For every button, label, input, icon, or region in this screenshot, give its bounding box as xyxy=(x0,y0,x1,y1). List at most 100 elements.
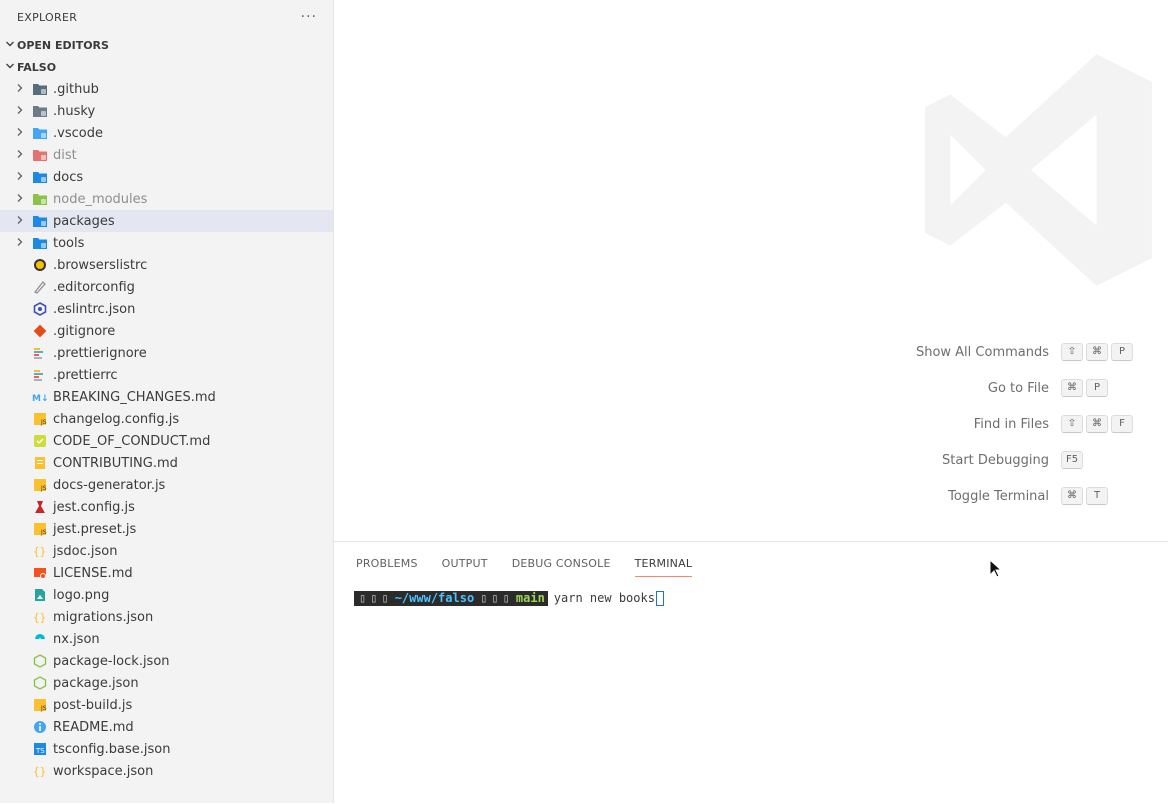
eslint-icon xyxy=(32,301,48,317)
folder-label: tools xyxy=(53,235,85,251)
file-label: logo.png xyxy=(53,587,110,603)
file-label: CONTRIBUTING.md xyxy=(53,455,178,471)
project-section[interactable]: FALSO xyxy=(0,56,333,78)
chevron-right-icon xyxy=(13,236,27,250)
nodejs-icon xyxy=(32,653,48,669)
file-label: .prettierrc xyxy=(53,367,118,383)
panel-tabs: PROBLEMS OUTPUT DEBUG CONSOLE TERMINAL xyxy=(334,542,1168,577)
keyboard-key: ⌘ xyxy=(1086,343,1108,361)
explorer-header: EXPLORER ··· xyxy=(0,0,333,34)
file-row[interactable]: .browserslistrc xyxy=(0,254,333,276)
folder-row[interactable]: dist xyxy=(0,144,333,166)
folder-row[interactable]: .github xyxy=(0,78,333,100)
folder-label: .github xyxy=(53,81,99,97)
javascript-icon: JS xyxy=(32,411,48,427)
editor-area: Show All Commands ⇧ ⌘ P Go to File ⌘ P Find in … xyxy=(334,0,1168,541)
folder-dist-icon xyxy=(32,147,48,163)
shortcut-keys: ⌘ P xyxy=(1061,379,1144,397)
keyboard-key: ⌘ xyxy=(1086,415,1108,433)
folder-vscode-icon xyxy=(32,125,48,141)
file-row[interactable]: .prettierignore xyxy=(0,342,333,364)
file-label: jsdoc.json xyxy=(53,543,118,559)
folder-row[interactable]: tools xyxy=(0,232,333,254)
chevron-right-icon xyxy=(13,104,27,118)
file-row[interactable]: JS jest.preset.js xyxy=(0,518,333,540)
chevron-right-icon xyxy=(13,148,27,162)
chevron-right-icon xyxy=(13,214,27,228)
shortcut-keys: ⌘ T xyxy=(1061,487,1144,505)
file-row[interactable]: .prettierrc xyxy=(0,364,333,386)
file-row[interactable]: logo.png xyxy=(0,584,333,606)
folder-label: .vscode xyxy=(53,125,103,141)
file-row[interactable]: CODE_OF_CONDUCT.md xyxy=(0,430,333,452)
file-row[interactable]: TS tsconfig.base.json xyxy=(0,738,333,760)
folder-docs-icon xyxy=(32,169,48,185)
browserslist-icon xyxy=(32,257,48,273)
file-row[interactable]: JS docs-generator.js xyxy=(0,474,333,496)
folder-row[interactable]: .vscode xyxy=(0,122,333,144)
file-row[interactable]: package-lock.json xyxy=(0,650,333,672)
tab-output[interactable]: OUTPUT xyxy=(442,550,488,577)
keyboard-key: F5 xyxy=(1061,451,1084,469)
file-row[interactable]: {} migrations.json xyxy=(0,606,333,628)
chevron-down-icon xyxy=(3,39,17,52)
conduct-icon xyxy=(32,433,48,449)
javascript-icon: JS xyxy=(32,521,48,537)
file-label: changelog.config.js xyxy=(53,411,180,427)
folder-node-icon xyxy=(32,191,48,207)
open-editors-section[interactable]: OPEN EDITORS xyxy=(0,34,333,56)
shortcut-keys: F5 xyxy=(1061,451,1144,469)
file-label: CODE_OF_CONDUCT.md xyxy=(53,433,211,449)
file-row[interactable]: LICENSE.md xyxy=(0,562,333,584)
command-name: Show All Commands xyxy=(915,344,1049,360)
file-row[interactable]: {} workspace.json xyxy=(0,760,333,782)
json-icon: {} xyxy=(32,609,48,625)
file-row[interactable]: jest.config.js xyxy=(0,496,333,518)
file-label: README.md xyxy=(53,719,134,735)
tab-terminal[interactable]: TERMINAL xyxy=(634,550,693,577)
file-row[interactable]: .editorconfig xyxy=(0,276,333,298)
more-actions-icon[interactable]: ··· xyxy=(301,9,317,25)
folder-row[interactable]: docs xyxy=(0,166,333,188)
explorer-title: EXPLORER xyxy=(17,10,78,24)
bottom-panel: PROBLEMS OUTPUT DEBUG CONSOLE TERMINAL ▯ ▯ … xyxy=(334,541,1168,804)
file-row[interactable]: JS post-build.js xyxy=(0,694,333,716)
folder-row[interactable]: node_modules xyxy=(0,188,333,210)
chevron-right-icon xyxy=(13,126,27,140)
keyboard-key: ⌘ xyxy=(1061,379,1083,397)
file-row[interactable]: README.md xyxy=(0,716,333,738)
file-label: package-lock.json xyxy=(53,653,170,669)
javascript-icon: JS xyxy=(32,697,48,713)
git-icon xyxy=(32,323,48,339)
file-row[interactable]: {} jsdoc.json xyxy=(0,540,333,562)
file-row[interactable]: .gitignore xyxy=(0,320,333,342)
tab-debug-console[interactable]: DEBUG CONSOLE xyxy=(512,550,611,577)
svg-text:{}: {} xyxy=(33,765,46,778)
editorconfig-icon xyxy=(32,279,48,295)
chevron-down-icon xyxy=(3,61,17,74)
svg-text:JS: JS xyxy=(40,705,47,712)
file-row[interactable]: .eslintrc.json xyxy=(0,298,333,320)
file-row[interactable]: package.json xyxy=(0,672,333,694)
tab-problems[interactable]: PROBLEMS xyxy=(356,550,418,577)
command-hint: Go to File ⌘ P xyxy=(889,378,1144,398)
terminal-prompt: ▯ ▯ ▯ ~/www/falso ▯ ▯ ▯ main xyxy=(354,590,548,606)
file-row[interactable]: CONTRIBUTING.md xyxy=(0,452,333,474)
nx-icon xyxy=(32,631,48,647)
file-label: workspace.json xyxy=(53,763,154,779)
file-label: nx.json xyxy=(53,631,100,647)
svg-text:{}: {} xyxy=(33,611,46,624)
folder-label: node_modules xyxy=(53,191,148,207)
command-name: Go to File xyxy=(987,380,1049,396)
file-row[interactable]: JS changelog.config.js xyxy=(0,408,333,430)
contributing-icon xyxy=(32,455,48,471)
markdown-icon: M↓ xyxy=(32,389,48,405)
folder-row[interactable]: .husky xyxy=(0,100,333,122)
file-label: .prettierignore xyxy=(53,345,147,361)
file-row[interactable]: nx.json xyxy=(0,628,333,650)
svg-text:{}: {} xyxy=(33,545,46,558)
terminal-line[interactable]: ▯ ▯ ▯ ~/www/falso ▯ ▯ ▯ main yarn new bo… xyxy=(354,590,664,606)
mouse-pointer-icon xyxy=(989,559,1003,578)
file-row[interactable]: M↓ BREAKING_CHANGES.md xyxy=(0,386,333,408)
folder-row[interactable]: packages xyxy=(0,210,333,232)
